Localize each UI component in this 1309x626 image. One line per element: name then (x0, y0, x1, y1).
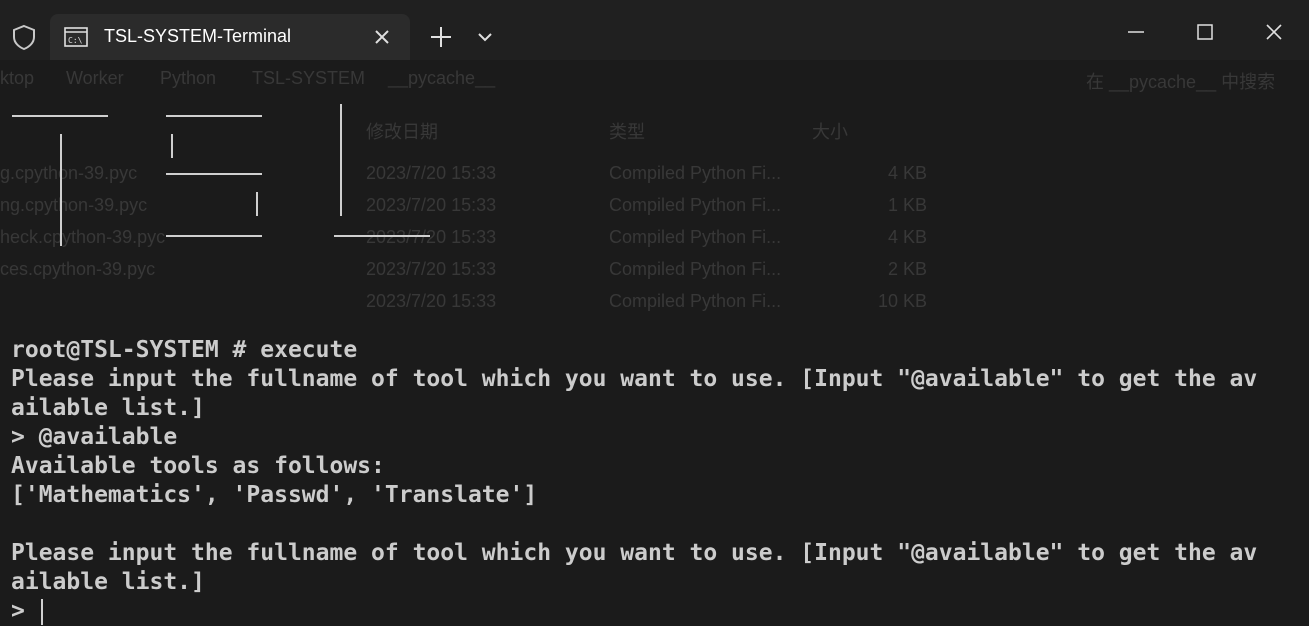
terminal-line: ailable list.] (11, 569, 205, 595)
input-line[interactable]: > (11, 597, 1257, 626)
tab-terminal[interactable]: C:\ TSL-SYSTEM-Terminal (50, 14, 410, 60)
terminal-line: Please input the fullname of tool which … (11, 540, 1258, 566)
terminal-lines: root@TSL-SYSTEM # execute Please input th… (11, 336, 1257, 626)
close-tab-icon[interactable] (372, 27, 392, 47)
terminal-line: Please input the fullname of tool which … (11, 366, 1258, 392)
terminal-line: ailable list.] (11, 395, 205, 421)
terminal-line: > @available (11, 424, 178, 450)
prompt-symbol: > (11, 598, 39, 624)
terminal-line: root@TSL-SYSTEM # execute (11, 337, 358, 363)
terminal-line: ['Mathematics', 'Passwd', 'Translate'] (11, 482, 538, 508)
text-cursor (40, 598, 43, 625)
terminal-output[interactable]: root@TSL-SYSTEM # execute Please input th… (0, 60, 1309, 625)
title-bar: C:\ TSL-SYSTEM-Terminal (0, 0, 1309, 60)
plus-icon[interactable] (428, 24, 454, 50)
terminal-icon: C:\ (64, 27, 88, 47)
tab-title: TSL-SYSTEM-Terminal (104, 26, 292, 46)
minimize-icon[interactable] (1112, 14, 1158, 50)
svg-text:C:\: C:\ (68, 36, 83, 45)
terminal-line: Available tools as follows: (11, 453, 385, 479)
shield-icon (13, 24, 35, 51)
tsl-ascii-art (12, 104, 430, 246)
close-icon[interactable] (1251, 14, 1297, 50)
maximize-icon[interactable] (1182, 14, 1228, 50)
chevron-down-icon[interactable] (474, 28, 496, 46)
